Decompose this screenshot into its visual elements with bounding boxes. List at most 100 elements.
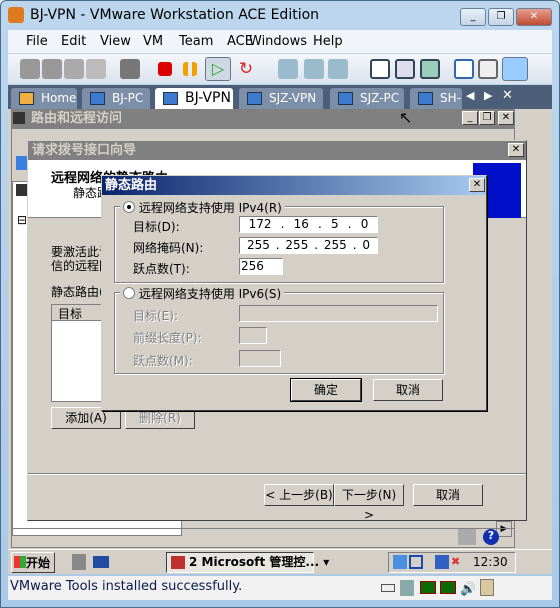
dialog-title: 静态路由	[105, 178, 158, 193]
menu-team[interactable]: Team	[179, 34, 213, 49]
vm-tabs: Home BJ-PC BJ-VPN SJZ-VPN SJZ-PC SH- ◀ ▶…	[8, 85, 552, 109]
menu-file[interactable]: File	[26, 34, 48, 49]
menu-view[interactable]: View	[100, 34, 131, 49]
network-adapter-2-icon[interactable]	[440, 581, 456, 594]
cdrom-icon[interactable]	[400, 580, 414, 596]
dialog-cancel-button[interactable]: 取消	[373, 379, 443, 401]
windows-logo-icon	[14, 556, 26, 568]
tab-bj-pc[interactable]: BJ-PC	[82, 88, 150, 109]
home-icon	[19, 92, 34, 105]
sidebar-icon[interactable]	[370, 59, 390, 79]
mask-label: 网络掩码(N):	[133, 241, 204, 255]
wizard-cancel-button[interactable]: 取消	[413, 484, 483, 506]
metric-input[interactable]: 256	[239, 258, 283, 275]
wizard-close-button[interactable]: ✕	[508, 143, 524, 157]
menu-bar: File Edit View VM Team ACE Windows Help	[8, 30, 552, 54]
keyboard-icon	[458, 529, 476, 545]
help-icon[interactable]: ?	[483, 529, 499, 545]
tab-home[interactable]: Home	[11, 88, 77, 109]
mmc-statusbar	[11, 528, 515, 547]
vmware-tools-icon[interactable]	[454, 59, 474, 79]
metric-label: 跃点数(T):	[133, 262, 190, 276]
minimize-button[interactable]: _	[460, 8, 486, 26]
radio-ipv4[interactable]	[123, 201, 135, 213]
ipv6-dest-label: 目标(E):	[133, 309, 178, 323]
vm-icon	[418, 92, 433, 105]
tab-sjz-vpn[interactable]: SJZ-VPN	[239, 88, 323, 109]
quick-switch-icon[interactable]	[395, 59, 415, 79]
ok-button[interactable]: 确定	[290, 378, 362, 402]
tab-prev-icon[interactable]: ◀	[466, 89, 474, 102]
snapshot-manager-icon[interactable]	[328, 59, 348, 79]
vm-icon	[247, 92, 262, 105]
tab-close-icon[interactable]: ✕	[502, 88, 513, 103]
tab-bj-vpn[interactable]: BJ-VPN	[155, 88, 233, 109]
suspend-icon[interactable]	[183, 62, 197, 76]
revert-snapshot-icon[interactable]	[304, 59, 324, 79]
ipv6-prefix-label: 前缀长度(P):	[133, 331, 202, 345]
next-button[interactable]: 下一步(N) >	[334, 484, 404, 522]
unity-icon[interactable]	[502, 57, 528, 81]
console-icon[interactable]	[478, 59, 498, 79]
mmc-close-button[interactable]: ✕	[498, 111, 514, 125]
full-screen-icon[interactable]	[420, 59, 440, 79]
close-button[interactable]: ✕	[516, 8, 552, 26]
vm-icon	[90, 92, 105, 105]
mmc-titlebar: 路由和远程访问	[11, 109, 515, 128]
tray-volume-muted-icon[interactable]: ✖	[451, 555, 463, 569]
power-off-icon[interactable]	[158, 62, 172, 76]
restore-button[interactable]: ❐	[488, 8, 514, 26]
tray-connection-icon[interactable]	[435, 555, 449, 569]
take-snapshot-icon[interactable]	[278, 59, 298, 79]
guest-taskbar: 开始 2 Microsoft 管理控... ▾ ✖ 12:30	[8, 549, 552, 574]
status-message: VMware Tools installed successfully.	[10, 579, 243, 594]
vmware-logo-icon	[8, 7, 24, 23]
tab-next-icon[interactable]: ▶	[484, 89, 492, 102]
tab-sjz-pc[interactable]: SJZ-PC	[330, 88, 404, 109]
menu-windows[interactable]: Windows	[249, 34, 307, 49]
ipv6-metric-label: 跃点数(M):	[133, 354, 193, 368]
ipv6-prefix-input	[239, 327, 267, 344]
wizard-title: 请求拨号接口向导	[32, 143, 137, 158]
system-tray: ✖ 12:30	[388, 552, 516, 573]
mmc-title: 路由和远程访问	[31, 111, 123, 126]
mmc-minimize-button[interactable]: _	[462, 111, 478, 125]
tree-expander[interactable]: ⊟	[17, 213, 27, 227]
back-button[interactable]: < 上一步(B)	[264, 484, 334, 506]
ipv6-metric-input	[239, 350, 281, 367]
window-title: BJ-VPN - VMware Workstation ACE Edition	[30, 7, 320, 23]
wizard-titlebar: 请求拨号接口向导	[28, 141, 526, 160]
ipv6-radio[interactable]: 远程网络支持使用 IPv6(S)	[120, 285, 285, 302]
removable-devices-icon[interactable]	[64, 59, 84, 79]
settings-icon[interactable]	[120, 59, 140, 79]
revert-icon[interactable]	[42, 59, 62, 79]
quicklaunch-desktop-icon[interactable]	[93, 556, 109, 568]
quicklaunch-server-icon[interactable]	[72, 554, 86, 570]
usb-icon[interactable]	[86, 59, 106, 79]
dialog-close-button[interactable]: ✕	[469, 178, 485, 192]
tray-network-icon[interactable]	[393, 555, 407, 569]
ipv4-radio[interactable]: 远程网络支持使用 IPv4(R)	[120, 199, 285, 216]
mouse-cursor-icon: ↖	[399, 108, 413, 127]
snapshot-icon[interactable]	[20, 59, 40, 79]
mask-ip-input[interactable]: 255. 255. 255. 0	[239, 237, 378, 254]
ipv6-dest-input	[239, 305, 438, 322]
sound-icon[interactable]: 🔊	[460, 579, 476, 601]
tray-clock: 12:30	[473, 555, 508, 569]
guest-screen: 路由和远程访问 _ ❐ ✕ ⊟ ▶ ? 请求拨号接口向导 ✕ 远程网络的静态路由…	[8, 109, 552, 574]
menu-help[interactable]: Help	[313, 34, 343, 49]
power-on-icon[interactable]: ▷	[205, 57, 231, 81]
tab-sh[interactable]: SH-	[410, 88, 462, 109]
menu-edit[interactable]: Edit	[61, 34, 86, 49]
network-adapter-icon[interactable]	[420, 581, 436, 594]
radio-ipv6[interactable]	[123, 287, 135, 299]
message-log-icon[interactable]	[480, 579, 494, 596]
dest-ip-input[interactable]: 172. 16. 5. 0	[239, 216, 378, 233]
mmc-restore-button[interactable]: ❐	[479, 111, 495, 125]
dialog-titlebar: 静态路由	[102, 176, 486, 195]
tray-vmware-icon[interactable]	[409, 555, 423, 569]
hard-disk-icon[interactable]	[381, 584, 395, 592]
reset-icon[interactable]: ↻	[236, 59, 256, 79]
taskbar-task-mmc[interactable]: 2 Microsoft 管理控... ▾	[166, 552, 329, 573]
menu-vm[interactable]: VM	[143, 34, 163, 49]
